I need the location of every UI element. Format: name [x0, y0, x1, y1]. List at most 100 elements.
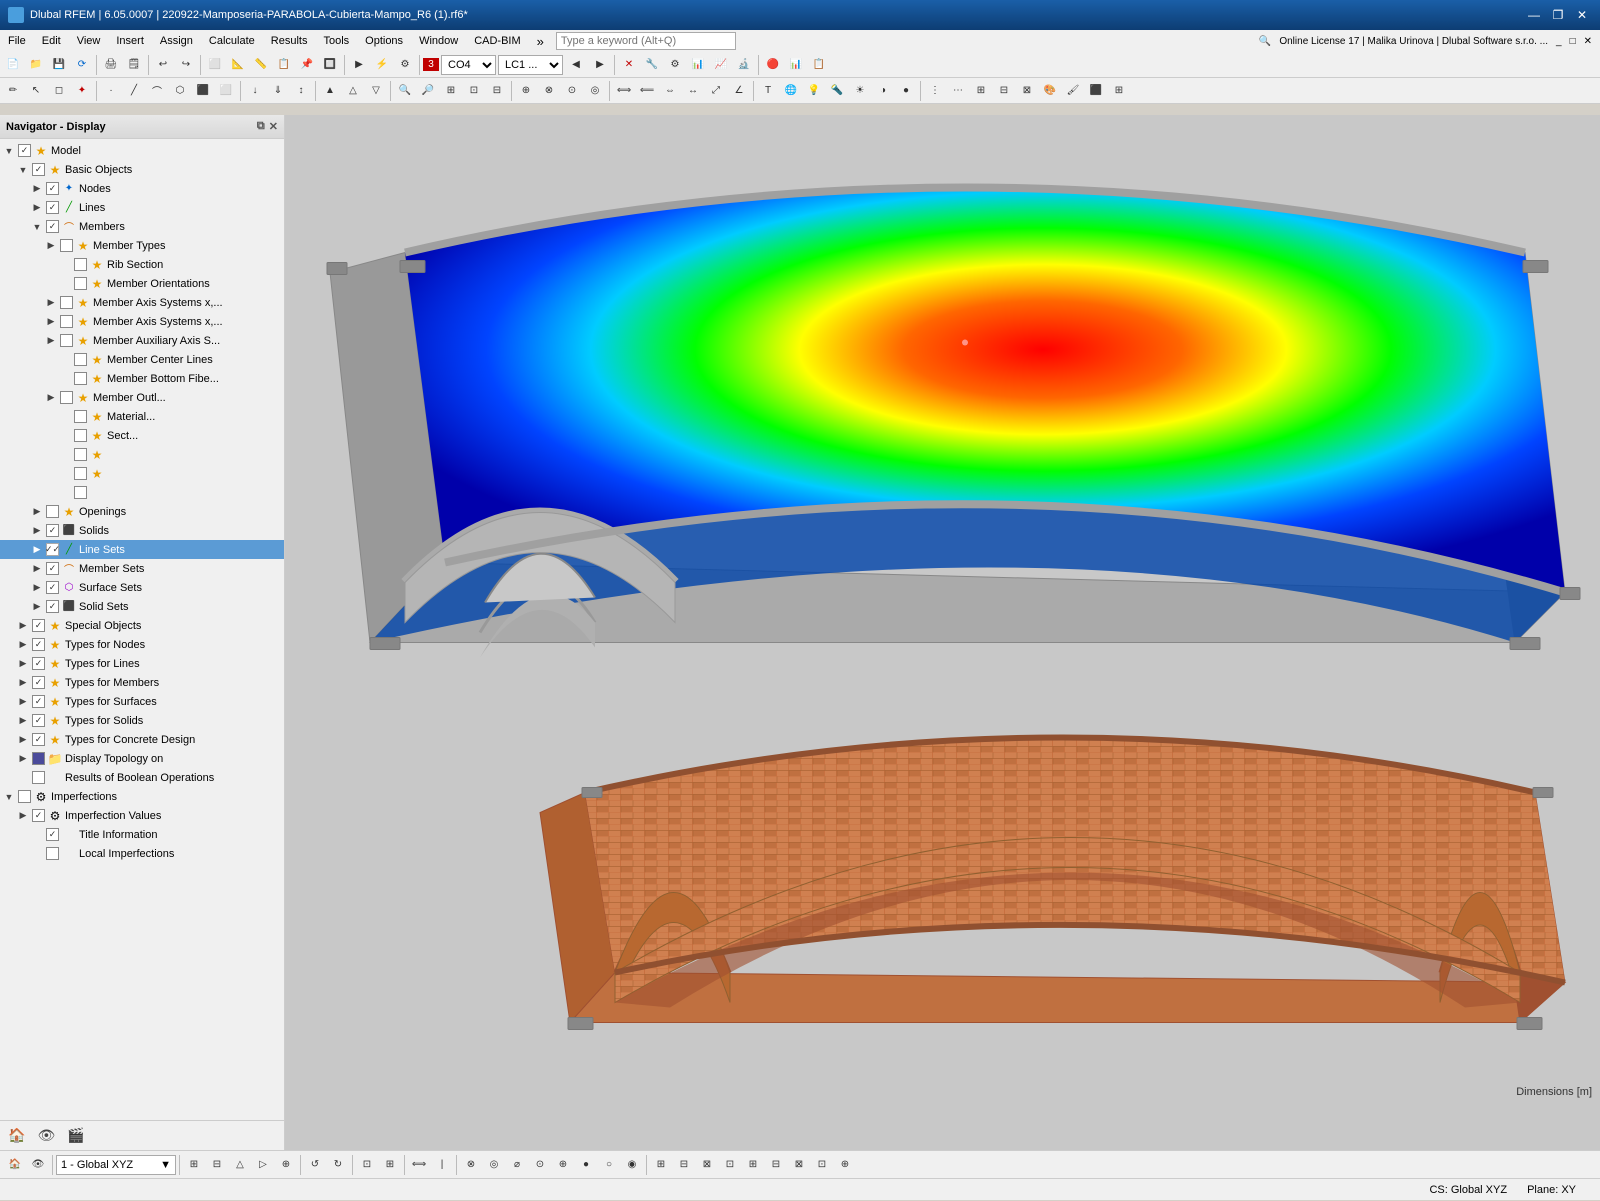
bt-grid7[interactable]: ⊠ [788, 1154, 810, 1176]
tb2-render4[interactable]: ☀ [849, 80, 871, 102]
tb2-node[interactable]: · [100, 80, 122, 102]
tree-item-basic[interactable]: ▼ ★ Basic Objects [0, 160, 284, 179]
checkbox-boolean[interactable] [32, 771, 45, 784]
checkbox-title-info[interactable] [46, 828, 59, 841]
tree-item-axis2[interactable]: ▶ ★ Member Axis Systems x,... [0, 312, 284, 331]
nav-icon-eye[interactable]: 👁 [37, 1127, 55, 1144]
tree-item-member-types[interactable]: ▶ ★ Member Types [0, 236, 284, 255]
checkbox-surface-sets[interactable] [46, 581, 59, 594]
menu-window[interactable]: Window [411, 30, 466, 52]
tree-item-hidden3[interactable]: ▶ [0, 483, 284, 502]
tree-item-material[interactable]: ▶ ★ Material... [0, 407, 284, 426]
expander-solids[interactable]: ▶ [30, 524, 44, 538]
tree-item-imperfections[interactable]: ▼ ⚙ Imperfections [0, 787, 284, 806]
tree-item-imperfection-values[interactable]: ▶ ⚙ Imperfection Values [0, 806, 284, 825]
tb2-load1[interactable]: ↓ [244, 80, 266, 102]
bt-grid4[interactable]: ⊡ [719, 1154, 741, 1176]
checkbox-display-topology[interactable] [32, 752, 45, 765]
checkbox-axis1[interactable] [60, 296, 73, 309]
bt-grid2[interactable]: ⊟ [673, 1154, 695, 1176]
tree-item-display-topology[interactable]: ▶ 📁 Display Topology on [0, 749, 284, 768]
tb2-dim1[interactable]: ⟺ [613, 80, 635, 102]
tb-calc2[interactable]: ⚡ [371, 54, 393, 76]
tb2-support1[interactable]: ▲ [319, 80, 341, 102]
menu-calculate[interactable]: Calculate [201, 30, 263, 52]
expander-types-lines[interactable]: ▶ [16, 657, 30, 671]
checkbox-model[interactable] [18, 144, 31, 157]
bt-home[interactable]: 🏠 [4, 1154, 26, 1176]
checkbox-orientations[interactable] [74, 277, 87, 290]
tree-item-types-members[interactable]: ▶ ★ Types for Members [0, 673, 284, 692]
bt-m2[interactable]: ◎ [483, 1154, 505, 1176]
expander-types-solids[interactable]: ▶ [16, 714, 30, 728]
menu-insert[interactable]: Insert [108, 30, 152, 52]
bt-m4[interactable]: ⊙ [529, 1154, 551, 1176]
bt-m1[interactable]: ⊗ [460, 1154, 482, 1176]
tb2-snap2[interactable]: ⊗ [538, 80, 560, 102]
checkbox-rib[interactable] [74, 258, 87, 271]
checkbox-bottom-fibe[interactable] [74, 372, 87, 385]
tree-item-hidden2[interactable]: ▶ ★ [0, 464, 284, 483]
expander-line-sets[interactable]: ▶ [30, 543, 44, 557]
tb2-render2[interactable]: 💡 [803, 80, 825, 102]
tb-print2[interactable]: 🗒 [123, 54, 145, 76]
tb2-snap4[interactable]: ◎ [584, 80, 606, 102]
tb2-angle[interactable]: ∠ [728, 80, 750, 102]
expander-imperfections[interactable]: ▼ [2, 790, 16, 804]
tree-item-member-outl[interactable]: ▶ ★ Member Outl... [0, 388, 284, 407]
expander-basic[interactable]: ▼ [16, 163, 30, 177]
tb2-mesh4[interactable]: ⊟ [993, 80, 1015, 102]
tb-save[interactable]: 💾 [48, 54, 70, 76]
checkbox-imperfections[interactable] [18, 790, 31, 803]
bt-s1[interactable]: ⊡ [356, 1154, 378, 1176]
menu-cad-bim[interactable]: CAD-BIM [466, 30, 528, 52]
checkbox-center-lines[interactable] [74, 353, 87, 366]
checkbox-lines[interactable] [46, 201, 59, 214]
bt-btn3[interactable]: △ [229, 1154, 251, 1176]
tb2-load2[interactable]: ⇓ [267, 80, 289, 102]
bt-grid6[interactable]: ⊟ [765, 1154, 787, 1176]
checkbox-solid-sets[interactable] [46, 600, 59, 613]
tb2-cursor[interactable]: ↖ [25, 80, 47, 102]
menu-tools[interactable]: Tools [315, 30, 357, 52]
tb-open[interactable]: 📁 [25, 54, 47, 76]
tree-item-types-concrete[interactable]: ▶ ★ Types for Concrete Design [0, 730, 284, 749]
checkbox-sect[interactable] [74, 429, 87, 442]
tb2-support3[interactable]: ▽ [365, 80, 387, 102]
tree-item-openings[interactable]: ▶ ★ Openings [0, 502, 284, 521]
bt-snap1[interactable]: ⟺ [408, 1154, 430, 1176]
bt-grid5[interactable]: ⊞ [742, 1154, 764, 1176]
checkbox-basic[interactable] [32, 163, 45, 176]
tb2-render6[interactable]: ● [895, 80, 917, 102]
tb2-dim4[interactable]: ↔ [682, 80, 704, 102]
tb-s5[interactable]: 🔬 [733, 54, 755, 76]
bt-grid3[interactable]: ⊠ [696, 1154, 718, 1176]
tb2-opening[interactable]: ⬜ [215, 80, 237, 102]
tb2-solid[interactable]: ⬛ [192, 80, 214, 102]
menu-edit[interactable]: Edit [34, 30, 69, 52]
expander-types-members[interactable]: ▶ [16, 676, 30, 690]
bt-rot2[interactable]: ↻ [327, 1154, 349, 1176]
bt-grid1[interactable]: ⊞ [650, 1154, 672, 1176]
tb2-4[interactable]: ✦ [71, 80, 93, 102]
checkbox-material[interactable] [74, 410, 87, 423]
tb2-load3[interactable]: ↕ [290, 80, 312, 102]
restore-button[interactable]: ❐ [1548, 6, 1568, 24]
tb2-render1[interactable]: 🌐 [780, 80, 802, 102]
bt-s2[interactable]: ⊞ [379, 1154, 401, 1176]
tree-item-special[interactable]: ▶ ★ Special Objects [0, 616, 284, 635]
tree-item-sect[interactable]: ▶ ★ Sect... [0, 426, 284, 445]
tb-btn5[interactable]: 📌 [296, 54, 318, 76]
checkbox-aux-axis[interactable] [60, 334, 73, 347]
bt-m8[interactable]: ◉ [621, 1154, 643, 1176]
menu-view[interactable]: View [69, 30, 109, 52]
bt-grid9[interactable]: ⊕ [834, 1154, 856, 1176]
expander-nodes[interactable]: ▶ [30, 182, 44, 196]
tb2-color3[interactable]: ⬛ [1085, 80, 1107, 102]
expander-surface-sets[interactable]: ▶ [30, 581, 44, 595]
bt-m3[interactable]: ⌀ [506, 1154, 528, 1176]
tb2-snap3[interactable]: ⊙ [561, 80, 583, 102]
tb-print[interactable]: 🖨 [100, 54, 122, 76]
tree-item-types-lines[interactable]: ▶ ★ Types for Lines [0, 654, 284, 673]
tb2-color1[interactable]: 🎨 [1039, 80, 1061, 102]
